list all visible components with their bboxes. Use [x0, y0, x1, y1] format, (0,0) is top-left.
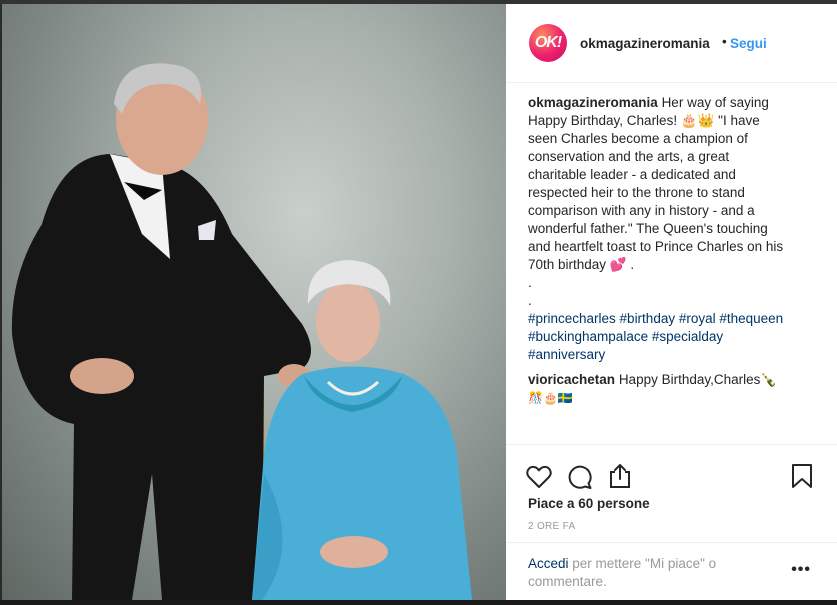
- caption: okmagazineromania Her way of saying Happ…: [528, 94, 818, 364]
- comment-text: Happy Birthday,Charles🍾: [618, 372, 778, 387]
- caption-line: okmagazineromania Her way of saying: [528, 94, 818, 112]
- caption-line: 70th birthday 💕 .: [528, 257, 635, 272]
- login-link[interactable]: Accedi: [528, 556, 569, 571]
- avatar[interactable]: OK!: [529, 24, 567, 62]
- follow-button[interactable]: Segui: [730, 36, 767, 51]
- comment-username[interactable]: viorica​chetan: [528, 372, 615, 387]
- hashtag-line[interactable]: #anniversary: [528, 346, 818, 364]
- caption-line: and heartfelt toast to Prince Charles on…: [528, 239, 784, 254]
- post-header: OK! okmagazineromania • Segui: [506, 4, 837, 83]
- heart-icon[interactable]: [526, 465, 552, 492]
- post-panel: OK! okmagazineromania • Segui okmagazine…: [506, 4, 837, 600]
- hashtag-line[interactable]: #princecharles #birthday #royal #thequee…: [528, 310, 818, 328]
- caption-line: conservation and the arts, a great: [528, 149, 730, 164]
- caption-line: seen Charles become a champion of: [528, 131, 748, 146]
- comment-line: viorica​chetan Happy Birthday,Charles🍾: [528, 371, 818, 389]
- more-options-button[interactable]: •••: [791, 561, 811, 579]
- caption-line: respected heir to the throne to stand: [528, 185, 745, 200]
- caption-line: Happy Birthday, Charles! 🎂👑 "I have: [528, 113, 760, 128]
- caption-username[interactable]: okmagazineromania: [528, 95, 658, 110]
- bookmark-icon[interactable]: [791, 463, 813, 492]
- login-prompt: Accedi per mettere "Mi piace" o commenta…: [528, 555, 783, 591]
- caption-dot: .: [528, 275, 532, 290]
- account-username[interactable]: okmagazineromania: [580, 36, 710, 51]
- avatar-logo-text: OK!: [534, 34, 562, 51]
- caption-dot: .: [528, 293, 532, 308]
- share-icon[interactable]: [608, 463, 632, 492]
- likes-count[interactable]: Piace a 60 persone: [528, 496, 650, 511]
- actions-section: Piace a 60 persone 2 ORE FA Accedi per m…: [506, 444, 837, 605]
- caption-line: wonderful father." The Queen's touching: [528, 221, 768, 236]
- caption-line: comparison with any in history - and a: [528, 203, 755, 218]
- post-photo[interactable]: [2, 4, 506, 600]
- hashtag-line[interactable]: #buckinghampalace #specialday: [528, 328, 818, 346]
- caption-text: Her way of saying: [661, 95, 769, 110]
- comments-area: okmagazineromania Her way of saying Happ…: [528, 94, 818, 407]
- comment-emoji: 🎊🎂🇸🇪: [528, 391, 573, 405]
- comment-icon[interactable]: [567, 464, 593, 493]
- comment: viorica​chetan Happy Birthday,Charles🍾 🎊…: [528, 371, 818, 407]
- caption-line: charitable leader - a dedicated and: [528, 167, 736, 182]
- header-separator: •: [722, 34, 727, 49]
- divider: [506, 542, 837, 543]
- post-timestamp[interactable]: 2 ORE FA: [528, 521, 575, 532]
- portrait-illustration: [11, 63, 472, 600]
